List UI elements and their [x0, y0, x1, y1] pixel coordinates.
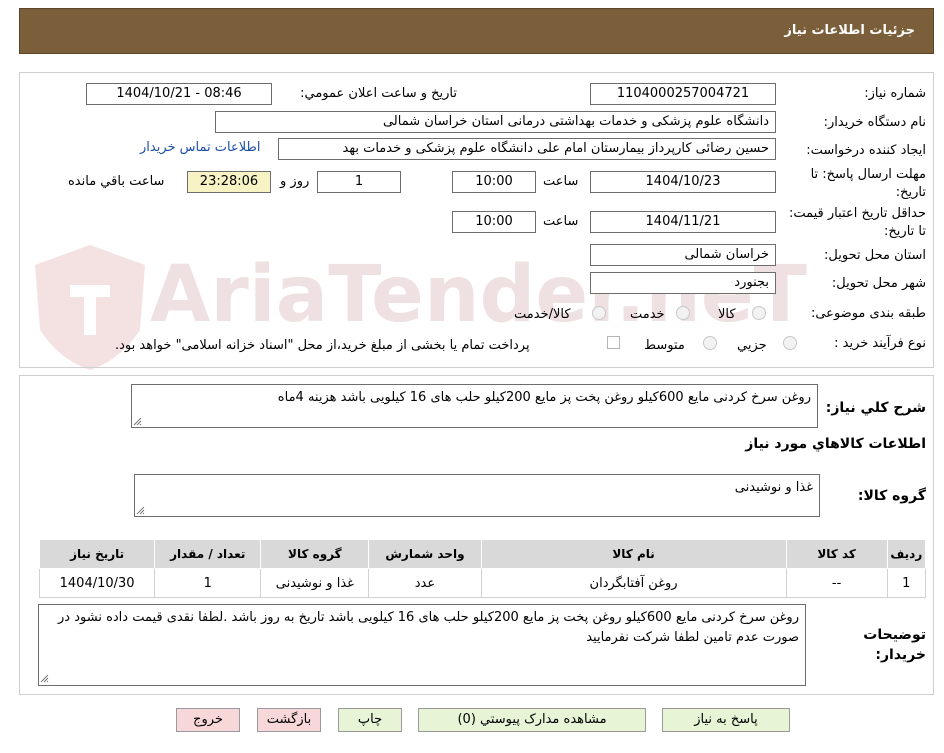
cell-row-number: 1 [886, 568, 927, 598]
page-header: جزئیات اطلاعات نیاز [19, 8, 934, 54]
need-number-field[interactable]: 1104000257004721 [590, 83, 776, 105]
process-label: نوع فرآيند خريد : [834, 336, 926, 351]
goods-table: رديف كد كالا نام كالا واحد شمارش گروه كا… [38, 539, 927, 598]
category-radio-goods-service[interactable] [592, 306, 606, 320]
cell-unit: عدد [368, 568, 482, 598]
remaining-label: ساعت باقي مانده [68, 174, 165, 189]
goods-group-label: گروه كالا: [857, 488, 926, 504]
treasury-payment-note: پرداخت تمام یا بخشی از مبلغ خرید،از محل … [115, 338, 530, 353]
deadline-time-field[interactable]: 10:00 [452, 171, 536, 193]
category-radio-goods[interactable] [752, 306, 766, 320]
goods-info-title: اطلاعات كالاهاي مورد نياز [745, 436, 926, 452]
validity-date-field[interactable]: 1404/11/21 [590, 211, 776, 233]
days-field[interactable]: 1 [317, 171, 401, 193]
cell-need-date: 1404/10/30 [38, 568, 156, 598]
need-summary-label: شرح كلي نياز: [825, 400, 926, 416]
goods-group-field[interactable]: غذا و نوشیدنی [134, 474, 820, 517]
page-title: جزئیات اطلاعات نیاز [784, 23, 915, 38]
validity-time-field[interactable]: 10:00 [452, 211, 536, 233]
respond-button[interactable]: پاسخ به نياز [662, 708, 790, 732]
category-label: طبقه بندی موضوعی: [810, 306, 926, 321]
resize-grip-icon[interactable] [136, 506, 145, 515]
process-option-minor: جزيي [737, 338, 767, 353]
announce-field[interactable]: 1404/10/21 - 08:46 [86, 83, 272, 105]
resize-grip-icon[interactable] [40, 674, 49, 683]
col-need-date: تاريخ نياز [38, 539, 156, 569]
col-row-number: رديف [886, 539, 927, 569]
announce-label: تاریخ و ساعت اعلان عمومي: [300, 86, 457, 101]
requester-field[interactable]: حسین رضائی کارپرداز بیمارستان امام علی د… [278, 138, 776, 160]
buyer-contact-link[interactable]: اطلاعات تماس خريدار [140, 140, 260, 155]
view-documents-button[interactable]: مشاهده مدارک پيوستي (0) [418, 708, 646, 732]
table-row[interactable]: 1 -- روغن آفتابگردان عدد غذا و نوشیدنی 1… [38, 568, 927, 598]
col-goods-code: كد كالا [785, 539, 888, 569]
col-quantity: تعداد / مقدار [154, 539, 262, 569]
buyer-org-field[interactable]: دانشگاه علوم پزشکی و خدمات بهداشتی درمان… [215, 111, 776, 133]
process-radio-minor[interactable] [783, 336, 797, 350]
city-field[interactable]: بجنورد [590, 272, 776, 294]
col-goods-name: نام كالا [480, 539, 787, 569]
requester-label: ايجاد كننده درخواست: [806, 143, 926, 158]
category-option-goods: کالا [718, 307, 736, 322]
validity-label: حداقل تاريخ اعتبار قيمت: تا تاريخ: [788, 206, 926, 239]
cell-goods-name: روغن آفتابگردان [480, 568, 787, 598]
category-radio-service[interactable] [676, 306, 690, 320]
province-label: استان محل تحويل: [824, 248, 926, 263]
buyer-org-label: نام دستگاه خريدار: [823, 115, 926, 130]
city-label: شهر محل تحويل: [831, 276, 926, 291]
days-label: روز و [280, 174, 310, 189]
validity-time-label: ساعت [543, 214, 579, 229]
category-option-service: خدمت [630, 307, 665, 322]
deadline-time-label: ساعت [543, 174, 579, 189]
cell-goods-code: -- [785, 568, 888, 598]
col-goods-group: گروه كالا [260, 539, 370, 569]
deadline-date-field[interactable]: 1404/10/23 [590, 171, 776, 193]
remaining-time-field: 23:28:06 [187, 171, 271, 193]
print-button[interactable]: چاپ [338, 708, 402, 732]
category-option-goods-service: کالا/خدمت [514, 307, 571, 322]
process-option-medium: متوسط [644, 338, 685, 353]
treasury-payment-checkbox[interactable] [607, 336, 620, 349]
table-header-row: رديف كد كالا نام كالا واحد شمارش گروه كا… [38, 539, 927, 569]
process-radio-medium[interactable] [703, 336, 717, 350]
buyer-notes-field[interactable]: روغن سرخ کردنی مایع 600کیلو روغن پخت پز … [38, 604, 806, 686]
need-summary-field[interactable]: روغن سرخ کردنی مایع 600کیلو روغن پخت پز … [131, 384, 818, 428]
buyer-notes-label: توضيحات خريدار: [863, 627, 926, 663]
col-unit: واحد شمارش [368, 539, 482, 569]
back-button[interactable]: بازگشت [257, 708, 321, 732]
need-number-label: شماره نیاز: [864, 86, 926, 101]
exit-button[interactable]: خروج [176, 708, 240, 732]
province-field[interactable]: خراسان شمالی [590, 244, 776, 266]
resize-grip-icon[interactable] [133, 417, 142, 426]
cell-goods-group: غذا و نوشیدنی [260, 568, 370, 598]
cell-quantity: 1 [154, 568, 262, 598]
deadline-label: مهلت ارسال پاسخ: تا تاريخ: [810, 167, 926, 200]
